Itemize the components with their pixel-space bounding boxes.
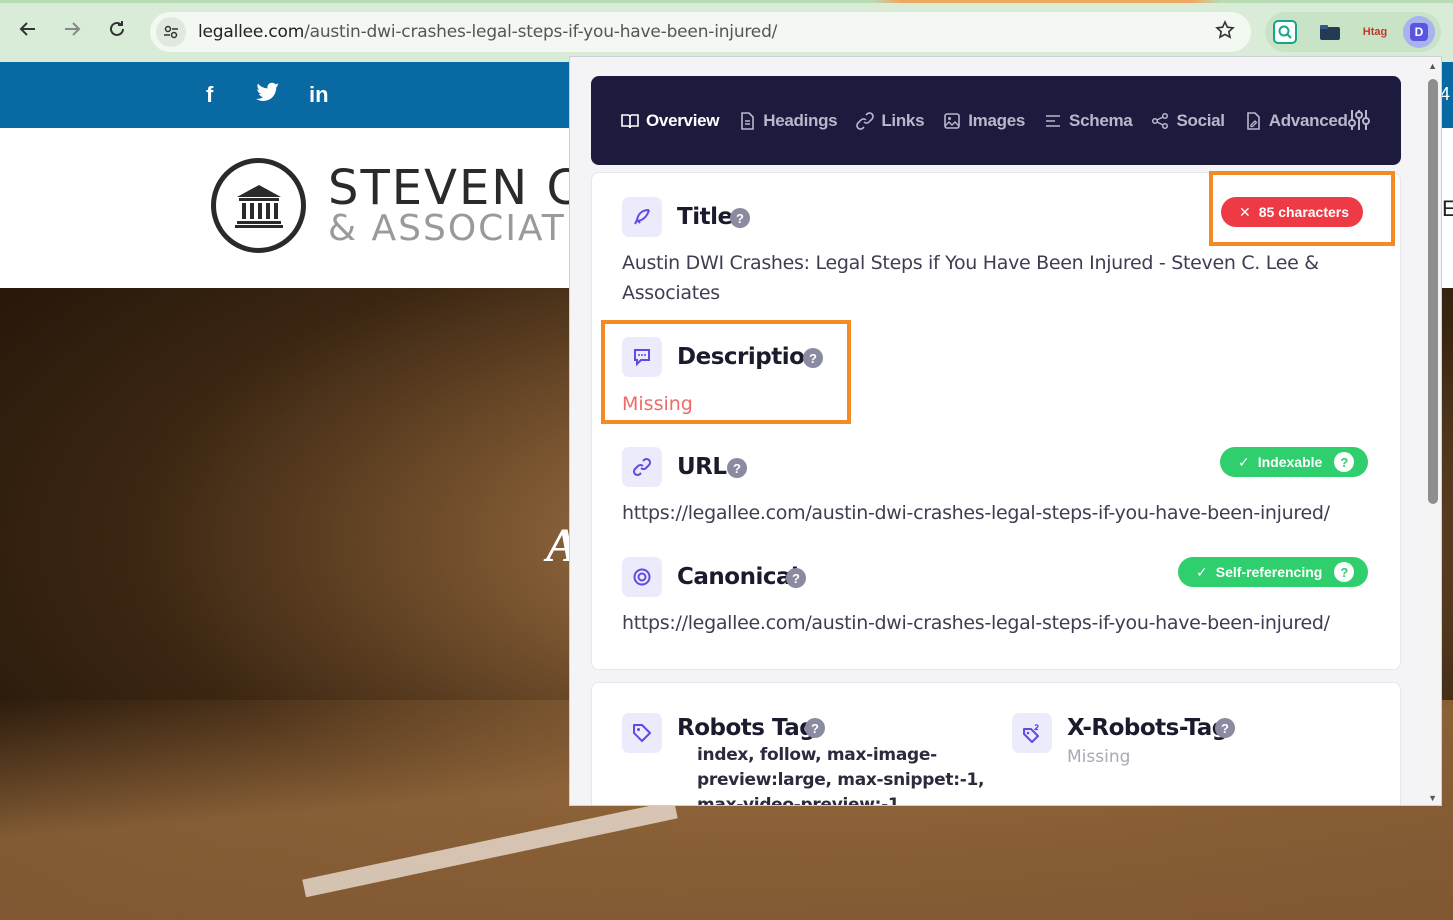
tab-headings[interactable]: Headings bbox=[738, 111, 838, 131]
url-text[interactable]: legallee.com/austin-dwi-crashes-legal-st… bbox=[198, 22, 777, 42]
link-icon bbox=[856, 111, 875, 130]
tab-images[interactable]: Images bbox=[943, 111, 1025, 131]
robots-tag-help-icon[interactable]: ? bbox=[805, 718, 825, 738]
arrow-left-icon[interactable] bbox=[16, 17, 40, 41]
site-info-icon[interactable] bbox=[156, 17, 186, 47]
sliders-settings-icon[interactable] bbox=[1347, 108, 1371, 132]
tab-social[interactable]: Social bbox=[1151, 111, 1225, 131]
url-path: /austin-dwi-crashes-legal-steps-if-you-h… bbox=[304, 22, 778, 42]
check-icon: ✓ bbox=[1238, 453, 1250, 470]
canonical-label: Canonical bbox=[677, 564, 799, 590]
tab-strip-edge bbox=[0, 0, 1453, 3]
share-icon bbox=[1151, 112, 1169, 130]
linkedin-icon[interactable]: in bbox=[309, 82, 329, 108]
link-icon bbox=[622, 447, 662, 487]
seo-extension-popup: ▲ ▼ Overview Headings Links Images Schem… bbox=[569, 56, 1442, 806]
extensions-bar: Htag D bbox=[1265, 12, 1441, 52]
htag-extension-icon[interactable]: Htag bbox=[1363, 20, 1387, 44]
self-referencing-help-icon[interactable]: ? bbox=[1334, 562, 1355, 582]
popup-tab-bar: Overview Headings Links Images Schema So… bbox=[591, 76, 1401, 165]
check-icon: ✓ bbox=[1196, 563, 1208, 580]
book-icon bbox=[621, 112, 639, 130]
url-label: URL bbox=[677, 454, 727, 480]
scroll-down-icon[interactable]: ▼ bbox=[1428, 793, 1437, 803]
robots-tag-label: Robots Tag bbox=[677, 715, 816, 741]
folder-extension-icon[interactable] bbox=[1318, 20, 1342, 44]
scrollbar-thumb[interactable] bbox=[1428, 79, 1438, 504]
arrow-right-icon[interactable] bbox=[60, 17, 84, 41]
edge-text: E bbox=[1442, 196, 1453, 221]
document-icon bbox=[738, 111, 756, 130]
title-value: Austin DWI Crashes: Legal Steps if You H… bbox=[622, 252, 1319, 304]
indexable-badge: ✓ Indexable ? bbox=[1220, 447, 1369, 477]
tab-schema[interactable]: Schema bbox=[1044, 111, 1133, 131]
browser-toolbar: legallee.com/austin-dwi-crashes-legal-st… bbox=[0, 0, 1453, 62]
tag-icon bbox=[622, 713, 662, 753]
scroll-up-icon[interactable]: ▲ bbox=[1428, 61, 1437, 71]
tag-superscript-icon bbox=[1012, 713, 1052, 753]
url-domain: legallee.com bbox=[198, 22, 305, 42]
address-bar[interactable]: legallee.com/austin-dwi-crashes-legal-st… bbox=[150, 12, 1251, 52]
reload-icon[interactable] bbox=[105, 17, 129, 41]
star-icon[interactable] bbox=[1215, 20, 1235, 46]
image-icon bbox=[943, 112, 961, 130]
tag-feather-icon bbox=[622, 197, 662, 237]
url-value[interactable]: https://legallee.com/austin-dwi-crashes-… bbox=[622, 498, 1330, 528]
courthouse-logo-icon[interactable] bbox=[211, 158, 306, 253]
canonical-value[interactable]: https://legallee.com/austin-dwi-crashes-… bbox=[622, 608, 1330, 638]
x-robots-tag-label: X-Robots-Tag bbox=[1067, 715, 1228, 741]
indexable-help-icon[interactable]: ? bbox=[1334, 452, 1355, 472]
url-help-icon[interactable]: ? bbox=[727, 458, 747, 478]
document-edit-icon bbox=[1244, 111, 1262, 130]
align-left-icon bbox=[1044, 112, 1062, 130]
title-label: Title bbox=[677, 204, 733, 230]
facebook-icon[interactable]: f bbox=[206, 82, 213, 108]
title-help-icon[interactable]: ? bbox=[730, 208, 750, 228]
description-highlight bbox=[601, 320, 851, 424]
x-robots-tag-value: Missing bbox=[1067, 747, 1131, 767]
scrollbar[interactable]: ▲ ▼ bbox=[1425, 57, 1441, 805]
canonical-help-icon[interactable]: ? bbox=[786, 568, 806, 588]
grammar-extension-icon[interactable] bbox=[1273, 20, 1297, 44]
tab-links[interactable]: Links bbox=[856, 111, 925, 131]
x-robots-tag-help-icon[interactable]: ? bbox=[1215, 718, 1235, 738]
detailed-extension-icon[interactable]: D bbox=[1403, 16, 1435, 48]
robots-tag-value: index, follow, max-image-preview:large, … bbox=[697, 745, 985, 806]
tab-advanced[interactable]: Advanced bbox=[1244, 111, 1348, 131]
robots-card: Robots Tag ? index, follow, max-image-pr… bbox=[591, 682, 1401, 806]
twitter-icon[interactable] bbox=[256, 82, 280, 110]
title-badge-highlight bbox=[1209, 171, 1395, 246]
tab-overview[interactable]: Overview bbox=[621, 111, 720, 131]
self-referencing-badge: ✓ Self-referencing ? bbox=[1178, 557, 1369, 587]
target-icon bbox=[622, 557, 662, 597]
